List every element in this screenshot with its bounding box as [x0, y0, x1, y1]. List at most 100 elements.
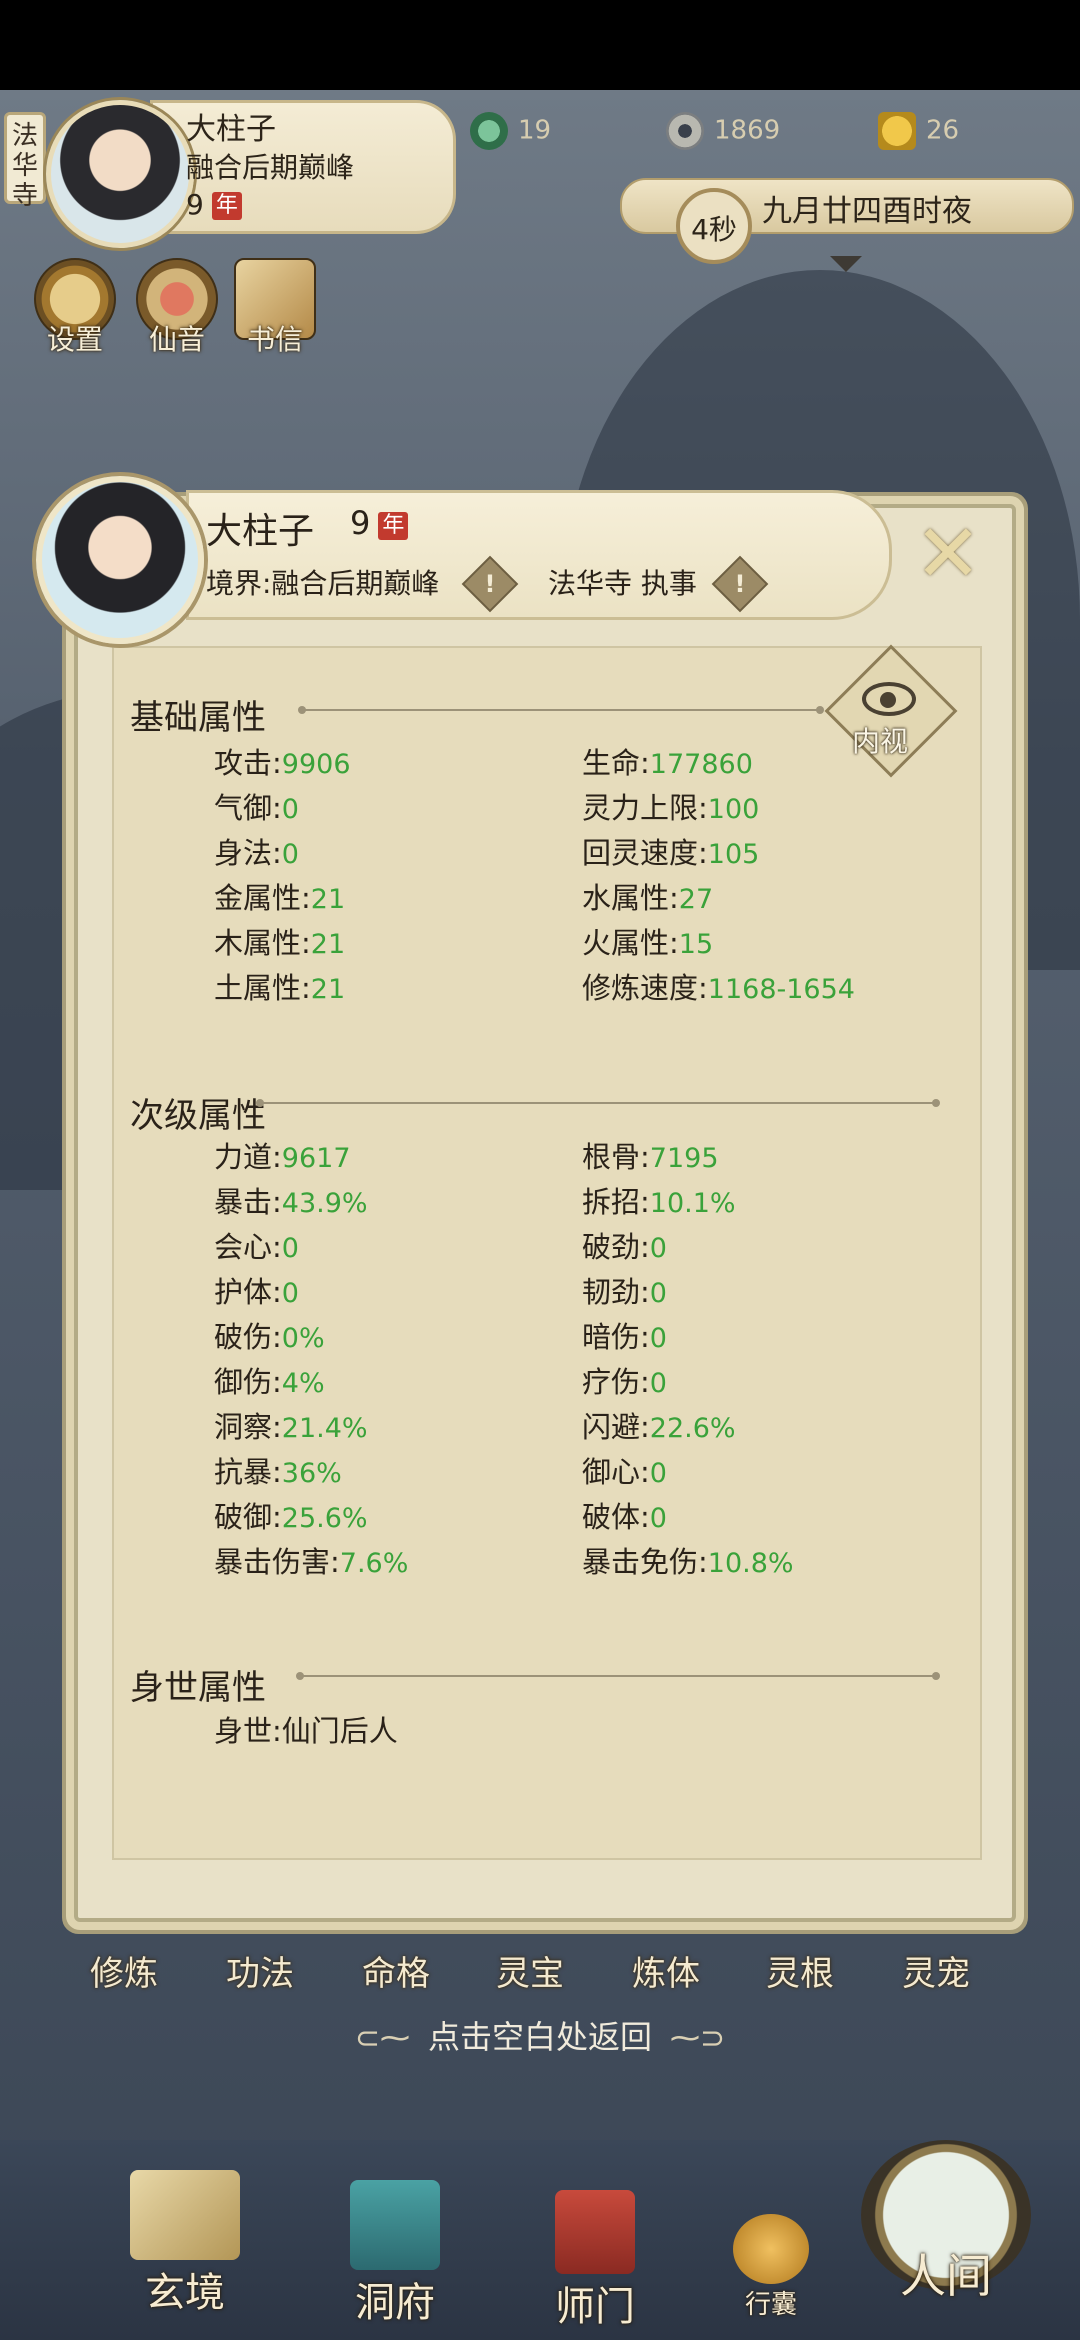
tab-treasure[interactable]: 灵宝 [496, 1946, 564, 1995]
stat-label: 洞察 [214, 1410, 273, 1444]
close-button[interactable]: ✕ [906, 514, 990, 598]
stat-value: 0 [649, 1458, 667, 1489]
resource-strength[interactable]: 26 [878, 112, 959, 152]
eye-icon [862, 682, 916, 716]
character-sect: 法华寺 执事 [548, 567, 697, 600]
stat-value: 7195 [649, 1143, 719, 1174]
stat-value: 27 [678, 884, 714, 915]
stat-label: 灵力上限 [582, 791, 699, 825]
stat-label: 破御 [214, 1500, 273, 1534]
stat-label: 身法 [214, 836, 273, 870]
stat-value: 21.4% [281, 1413, 368, 1444]
stat-label: 暴击 [214, 1185, 273, 1219]
game-date: 九月廿四酉时夜 [762, 194, 972, 229]
stat-row: 暗伤:0 [582, 1320, 667, 1354]
stat-row: 攻击:9906 [214, 746, 351, 780]
nav-sect[interactable]: 师门 [520, 2190, 670, 2332]
character-age: 9年 [350, 504, 409, 542]
stat-label: 破劲 [582, 1230, 641, 1264]
stat-label: 会心 [214, 1230, 273, 1264]
stat-value: 0 [649, 1278, 667, 1309]
mail-button[interactable]: 书信 [230, 258, 320, 358]
stat-label: 抗暴 [214, 1455, 273, 1489]
sect-tag[interactable]: 法华寺 [4, 112, 46, 211]
pouch-icon [733, 2214, 809, 2284]
return-hint[interactable]: ⊂⁓ 点击空白处返回 ⁓⊃ [0, 2012, 1080, 2058]
character-avatar [36, 476, 204, 644]
stat-value: 9906 [281, 749, 351, 780]
tab-techniques[interactable]: 功法 [226, 1946, 294, 1995]
resource-jade[interactable]: 19 [470, 112, 551, 152]
inner-view-label: 内视 [852, 725, 909, 758]
stat-label: 木属性 [214, 926, 302, 960]
section-divider [298, 706, 824, 714]
tab-spirit-root[interactable]: 灵根 [766, 1946, 834, 1995]
scroll-icon [130, 2170, 240, 2260]
hud-player-age: 9年 [186, 188, 242, 221]
stat-row: 修炼速度:1168-1654 [582, 971, 855, 1005]
stat-row: 身法:0 [214, 836, 299, 870]
stat-row: 拆招:10.1% [582, 1185, 736, 1219]
stat-label: 疗伤 [582, 1365, 641, 1399]
stat-row: 生命:177860 [582, 746, 753, 780]
stat-row: 灵力上限:100 [582, 791, 760, 825]
nav-mortal-world[interactable]: 人间 [846, 2140, 1046, 2306]
tab-body-refining[interactable]: 炼体 [632, 1946, 700, 1995]
settings-button[interactable]: 设置 [30, 258, 120, 358]
stat-row: 根骨:7195 [582, 1140, 719, 1174]
stat-row: 御伤:4% [214, 1365, 325, 1399]
stat-label: 暴击伤害 [214, 1545, 331, 1579]
nav-inventory[interactable]: 行囊 [716, 2214, 826, 2321]
tab-cultivate[interactable]: 修炼 [90, 1946, 158, 1995]
hud-player-name: 大柱子 [186, 112, 276, 147]
stat-row: 暴击免伤:10.8% [582, 1545, 794, 1579]
swirl-right-icon: ⁓⊃ [670, 2021, 726, 2056]
stat-label: 气御 [214, 791, 273, 825]
stat-label: 根骨 [582, 1140, 641, 1174]
stat-label: 土属性 [214, 971, 302, 1005]
nav-mystic-realm[interactable]: 玄境 [110, 2170, 260, 2318]
stat-label: 生命 [582, 746, 641, 780]
stat-label: 水属性 [582, 881, 670, 915]
stat-row: 火属性:15 [582, 926, 714, 960]
player-avatar[interactable] [46, 100, 194, 248]
strength-icon [878, 112, 916, 150]
stat-row: 暴击:43.9% [214, 1185, 368, 1219]
section-title-secondary: 次级属性 [130, 1096, 266, 1136]
stat-label: 御心 [582, 1455, 641, 1489]
stat-value: 0 [281, 1233, 299, 1264]
stat-value: 100 [707, 794, 760, 825]
stat-row: 闪避:22.6% [582, 1410, 736, 1444]
tab-fate[interactable]: 命格 [362, 1946, 430, 1995]
stat-value: 1168-1654 [707, 974, 855, 1005]
pavilion-icon [350, 2180, 440, 2270]
stat-value: 0 [649, 1233, 667, 1264]
stat-value: 36% [281, 1458, 342, 1489]
stat-value: 15 [678, 929, 714, 960]
stat-label: 拆招 [582, 1185, 641, 1219]
jade-dragon-icon [470, 112, 508, 150]
stat-row: 破体:0 [582, 1500, 667, 1534]
stat-row: 会心:0 [214, 1230, 299, 1264]
stat-label: 力道 [214, 1140, 273, 1174]
chevron-down-icon[interactable] [830, 256, 862, 272]
stat-row: 破劲:0 [582, 1230, 667, 1264]
resource-coin[interactable]: 1869 [666, 112, 780, 152]
stat-label: 闪避 [582, 1410, 641, 1444]
nav-cave-dwelling[interactable]: 洞府 [320, 2180, 470, 2328]
stat-row: 木属性:21 [214, 926, 346, 960]
stat-row: 破伤:0% [214, 1320, 325, 1354]
stat-value: 7.6% [339, 1548, 409, 1579]
section-title-basic: 基础属性 [130, 698, 266, 738]
stat-row: 护体:0 [214, 1275, 299, 1309]
stat-row: 抗暴:36% [214, 1455, 342, 1489]
stat-row: 水属性:27 [582, 881, 714, 915]
tab-spirit-pet[interactable]: 灵宠 [902, 1946, 970, 1995]
banner-icon [555, 2190, 635, 2274]
stat-label: 金属性 [214, 881, 302, 915]
year-badge: 年 [211, 192, 242, 220]
stat-value: 0% [281, 1323, 325, 1354]
stat-value: 21 [310, 974, 346, 1005]
stat-label: 火属性 [582, 926, 670, 960]
music-button[interactable]: 仙音 [132, 258, 222, 358]
